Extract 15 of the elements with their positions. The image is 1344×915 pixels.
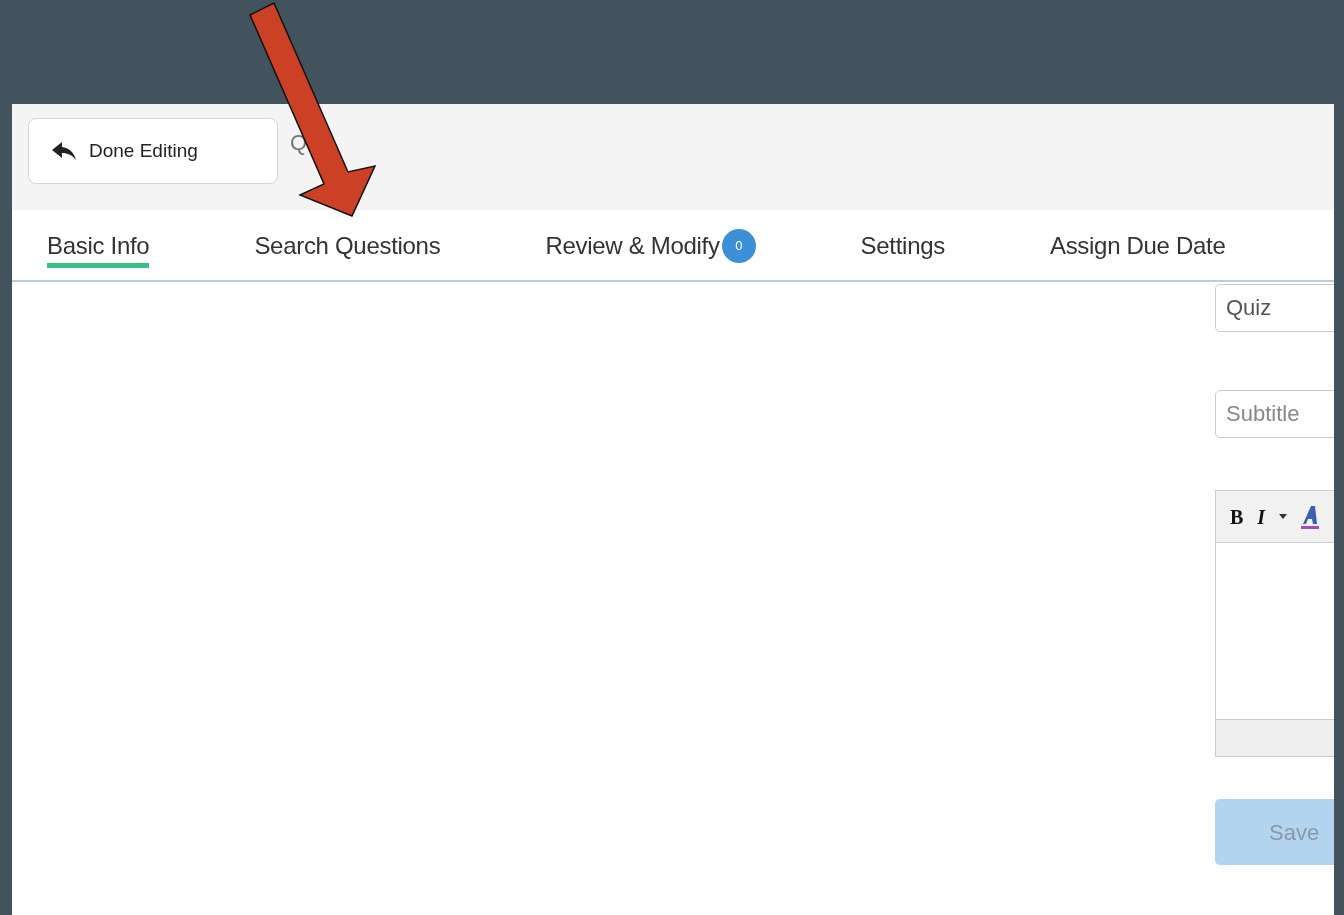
text-editor[interactable]: B I [1215,490,1334,757]
caret-icon[interactable] [1279,514,1288,519]
tab[interactable]: Search Questions [254,210,441,282]
font-color-icon[interactable] [1301,503,1320,530]
tab[interactable]: Settings [860,210,945,282]
tab[interactable]: Basic Info [47,210,150,282]
done-editing-button[interactable]: Done Editing [28,118,278,184]
bold-button[interactable]: B [1230,501,1244,532]
reply-icon [51,141,77,161]
tab[interactable]: Assign Due Date [1049,210,1226,282]
title-field[interactable]: Quiz [1215,284,1334,332]
subtitle-field[interactable]: Subtitle [1215,390,1334,438]
italic-button[interactable]: I [1257,501,1266,532]
tab[interactable]: Review & Modify 0 [545,210,756,282]
count-badge: 0 [721,229,756,263]
